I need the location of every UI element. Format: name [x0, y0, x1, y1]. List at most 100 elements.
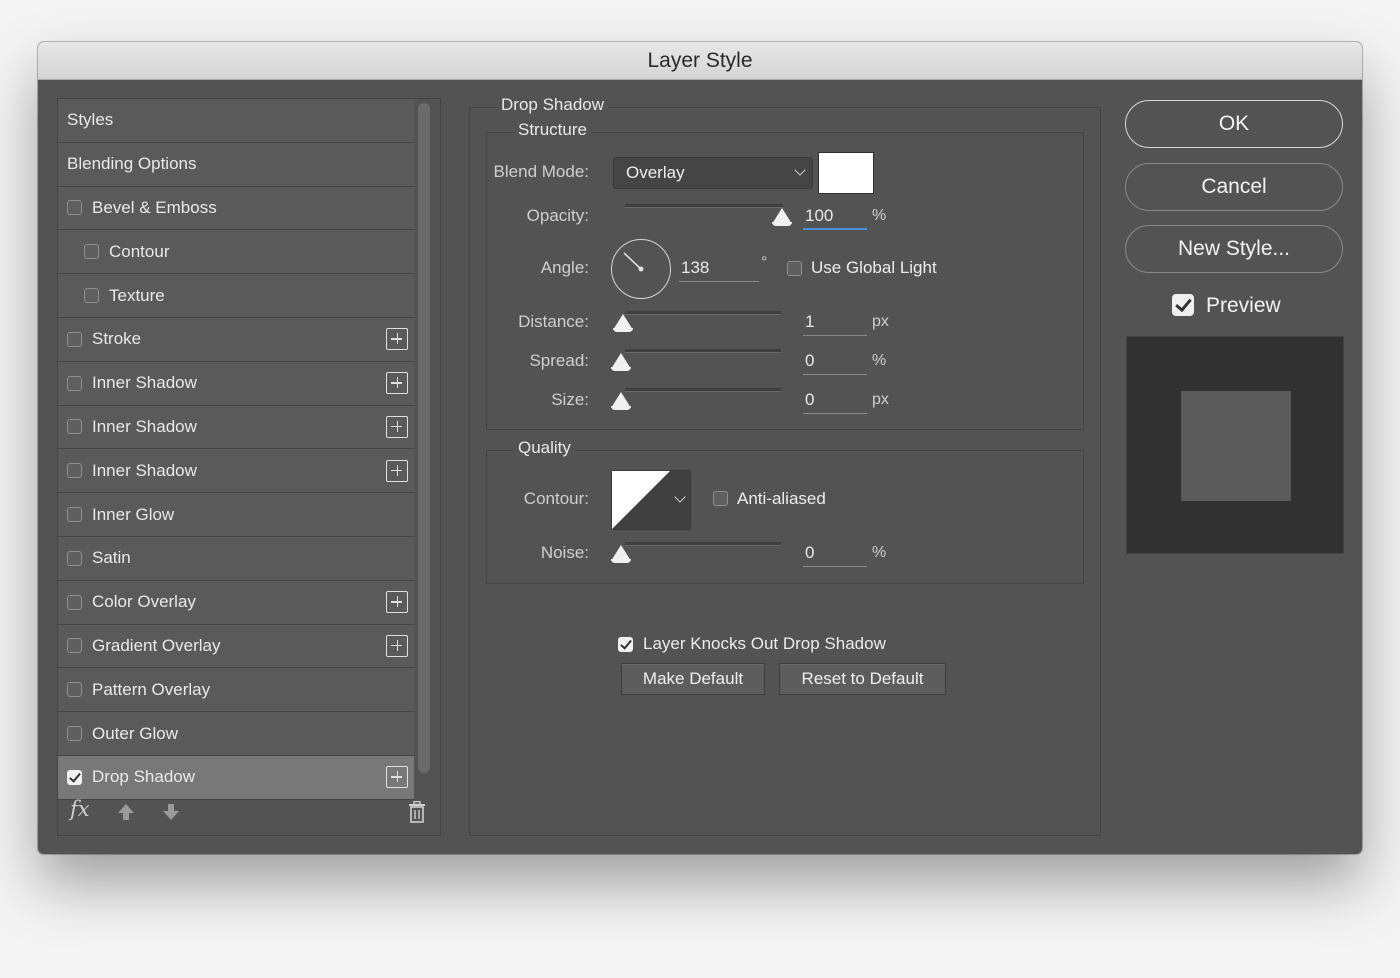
size-input[interactable]: 0 [803, 388, 867, 414]
distance-unit: px [872, 313, 889, 330]
use-global-light-label[interactable]: Use Global Light [811, 258, 937, 278]
style-checkbox[interactable] [84, 288, 99, 304]
shadow-color-swatch[interactable] [818, 152, 874, 194]
style-checkbox[interactable] [67, 638, 82, 654]
style-item-label: Outer Glow [92, 723, 178, 743]
distance-slider[interactable] [625, 311, 781, 315]
styles-list: Styles Blending Options Bevel & Emboss Cont… [58, 99, 414, 800]
angle-input[interactable]: 138 [679, 256, 759, 282]
style-item-outer-glow[interactable]: Outer Glow [58, 712, 414, 756]
style-item-styles[interactable]: Styles [58, 99, 414, 143]
style-item-inner-shadow[interactable]: Inner Shadow [58, 405, 414, 450]
style-checkbox[interactable] [67, 200, 82, 216]
preview-label[interactable]: Preview [1206, 294, 1281, 318]
preview-checkbox[interactable] [1172, 294, 1194, 316]
size-slider[interactable] [625, 388, 781, 392]
preview-swatch [1181, 391, 1291, 501]
noise-unit: % [872, 544, 887, 561]
reset-to-default-button[interactable]: Reset to Default [779, 663, 946, 695]
blend-mode-select[interactable]: Overlay [613, 157, 813, 189]
style-item-label: Bevel & Emboss [92, 197, 217, 217]
noise-slider-thumb[interactable] [611, 545, 631, 563]
spread-slider[interactable] [625, 349, 781, 353]
styles-footer: fx [58, 789, 440, 835]
style-item-stroke[interactable]: Stroke [58, 317, 414, 362]
style-item-texture[interactable]: Texture [58, 274, 414, 318]
style-checkbox[interactable] [67, 550, 82, 566]
style-item-label: Texture [109, 285, 165, 305]
style-item-label: Inner Glow [92, 504, 175, 524]
size-unit: px [872, 391, 889, 408]
style-item-contour[interactable]: Contour [58, 230, 414, 275]
style-item-label: Inner Shadow [92, 460, 197, 480]
style-checkbox[interactable] [84, 244, 99, 260]
knocks-out-checkbox[interactable] [618, 637, 633, 652]
opacity-slider-thumb[interactable] [772, 208, 792, 226]
style-item-bevel-emboss[interactable]: Bevel & Emboss [58, 186, 414, 231]
opacity-input[interactable]: 100 [803, 204, 867, 230]
distance-input[interactable]: 1 [803, 310, 867, 336]
opacity-label: Opacity: [526, 206, 589, 225]
style-item-inner-glow[interactable]: Inner Glow [58, 493, 414, 537]
add-effect-icon[interactable] [386, 372, 408, 395]
style-item-satin[interactable]: Satin [58, 536, 414, 581]
style-item-color-overlay[interactable]: Color Overlay [58, 580, 414, 625]
fx-menu-icon[interactable]: fx [70, 797, 90, 821]
anti-aliased-checkbox[interactable] [713, 491, 728, 506]
angle-dial[interactable] [611, 239, 671, 299]
add-effect-icon[interactable] [386, 459, 408, 482]
blend-mode-value: Overlay [626, 163, 685, 182]
drop-shadow-panel: Drop Shadow Structure Blend Mode: Overla… [469, 95, 1101, 836]
size-slider-thumb[interactable] [611, 392, 631, 410]
noise-slider[interactable] [625, 542, 781, 546]
angle-unit: ° [761, 254, 768, 271]
cancel-button[interactable]: Cancel [1125, 163, 1343, 211]
style-checkbox[interactable] [67, 507, 82, 523]
noise-label: Noise: [540, 543, 589, 562]
preview-thumbnail [1126, 336, 1344, 554]
contour-picker[interactable] [611, 470, 691, 530]
distance-slider-thumb[interactable] [613, 314, 633, 332]
style-checkbox[interactable] [67, 375, 82, 391]
style-item-blending-options[interactable]: Blending Options [58, 142, 414, 187]
style-checkbox[interactable] [67, 419, 82, 435]
style-checkbox[interactable] [67, 769, 82, 785]
trash-icon[interactable] [408, 801, 426, 823]
knocks-out-label[interactable]: Layer Knocks Out Drop Shadow [643, 634, 886, 654]
spread-slider-thumb[interactable] [611, 353, 631, 371]
anti-aliased-label[interactable]: Anti-aliased [737, 489, 826, 509]
style-item-pattern-overlay[interactable]: Pattern Overlay [58, 668, 414, 713]
styles-scrollbar[interactable] [418, 103, 430, 773]
style-checkbox[interactable] [67, 463, 82, 479]
noise-input[interactable]: 0 [803, 541, 867, 567]
make-default-button[interactable]: Make Default [621, 663, 765, 695]
style-checkbox[interactable] [67, 726, 82, 742]
style-item-label: Inner Shadow [92, 373, 197, 393]
style-checkbox[interactable] [67, 682, 82, 698]
style-item-inner-shadow[interactable]: Inner Shadow [58, 361, 414, 406]
quality-title: Quality [514, 438, 575, 458]
style-checkbox[interactable] [67, 331, 82, 347]
opacity-slider[interactable] [625, 204, 783, 208]
styles-panel: Styles Blending Options Bevel & Emboss Cont… [57, 98, 441, 836]
style-item-inner-shadow[interactable]: Inner Shadow [58, 449, 414, 494]
style-item-gradient-overlay[interactable]: Gradient Overlay [58, 624, 414, 669]
use-global-light-checkbox[interactable] [787, 261, 802, 276]
quality-group: Quality Contour: Anti-aliased Noise: 0 % [486, 438, 1084, 584]
add-effect-icon[interactable] [386, 415, 408, 438]
style-checkbox[interactable] [67, 594, 82, 610]
move-down-icon[interactable] [161, 802, 181, 822]
spread-input[interactable]: 0 [803, 349, 867, 375]
add-effect-icon[interactable] [386, 634, 408, 657]
ok-button[interactable]: OK [1125, 100, 1343, 148]
style-item-label: Styles [67, 110, 114, 130]
add-effect-icon[interactable] [386, 328, 408, 351]
distance-label: Distance: [518, 312, 589, 331]
add-effect-icon[interactable] [386, 766, 408, 789]
new-style-button[interactable]: New Style... [1125, 225, 1343, 273]
style-item-label: Pattern Overlay [92, 679, 211, 699]
add-effect-icon[interactable] [386, 591, 408, 614]
style-item-label: Color Overlay [92, 592, 196, 612]
size-label: Size: [551, 390, 589, 409]
move-up-icon[interactable] [116, 802, 136, 822]
